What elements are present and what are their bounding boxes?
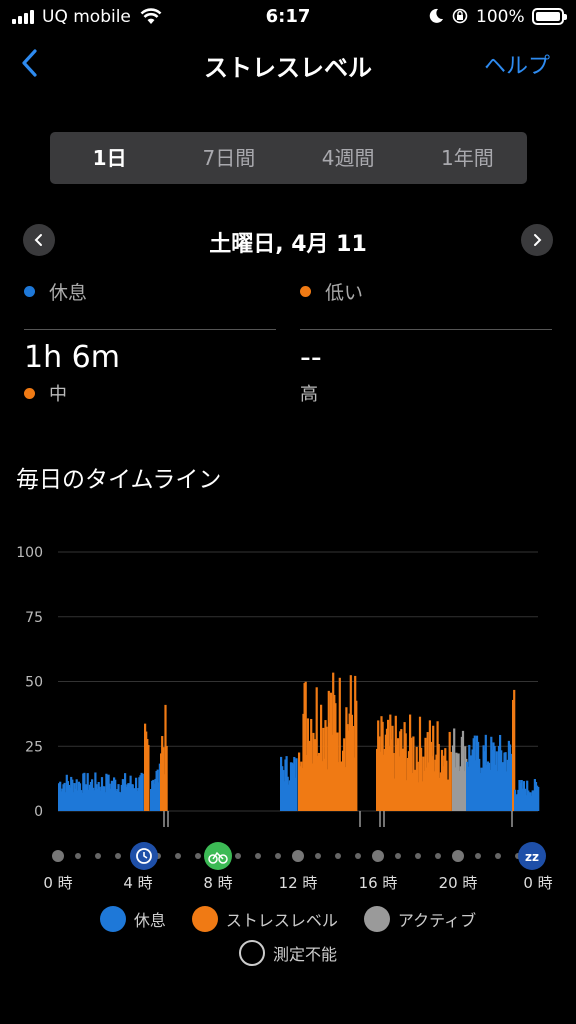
summary-low-label: 低い <box>325 282 364 304</box>
legend-stress: ストレスレベル <box>191 906 338 932</box>
summary-rest-label: 休息 <box>49 282 88 304</box>
tab-7-days[interactable]: 7日間 <box>169 132 288 184</box>
chart-bar <box>141 773 144 811</box>
x-tick-label: 4 時 <box>123 874 153 892</box>
timeline-dot <box>475 853 481 859</box>
chart-bar <box>165 745 168 811</box>
x-tick-label: 12 時 <box>278 874 318 892</box>
chart-legend: 休息 ストレスレベル アクティブ <box>0 906 576 932</box>
period-segmented-control: 1日 7日間 4週間 1年間 <box>50 132 527 184</box>
summary-rest-row: 休息 <box>24 272 276 306</box>
chart-bar <box>147 745 150 811</box>
chart-bar <box>510 753 513 811</box>
help-button[interactable]: ヘルプ <box>484 48 550 80</box>
tab-1-day[interactable]: 1日 <box>50 132 169 184</box>
timeline-dot <box>292 850 304 862</box>
chart-bar <box>355 700 358 811</box>
legend-active-label: アクティブ <box>397 911 477 930</box>
summary-low-row: 低い <box>300 272 552 306</box>
x-tick-label: 8 時 <box>203 874 233 892</box>
timeline-dot <box>495 853 501 859</box>
y-tick-label: 75 <box>25 610 43 626</box>
legend-unmeasurable: 測定不能 <box>0 940 576 966</box>
timeline-bike-bg <box>204 842 232 870</box>
y-tick-label: 0 <box>34 804 43 820</box>
timeline-dot <box>372 850 384 862</box>
y-tick-label: 25 <box>25 739 43 755</box>
rotation-lock-icon <box>452 8 468 24</box>
timeline-dot <box>395 853 401 859</box>
chart-bar <box>449 751 452 811</box>
timeline-dot <box>255 853 261 859</box>
timeline-dot <box>175 853 181 859</box>
rest-dot <box>24 286 35 297</box>
legend-rest-swatch <box>99 906 126 932</box>
next-day-button[interactable] <box>521 224 553 256</box>
legend-unmeasurable-label: 測定不能 <box>272 945 337 964</box>
y-tick-label: 100 <box>16 545 43 561</box>
moon-icon <box>429 8 443 23</box>
status-bar: UQ mobile 6:17 100% <box>0 0 576 34</box>
medium-dot <box>24 387 35 399</box>
timeline-dot <box>95 853 101 859</box>
timeline-dot <box>52 850 64 862</box>
timeline-dot <box>275 853 281 859</box>
date-label: 土曜日, 4月 11 <box>209 232 367 257</box>
divider <box>300 329 552 330</box>
tab-4-weeks[interactable]: 4週間 <box>289 132 408 184</box>
legend-stress-label: ストレスレベル <box>225 911 338 930</box>
sleep-icon: zz <box>525 850 539 864</box>
high-category: 高 <box>300 380 318 406</box>
x-tick-label: 20 時 <box>438 874 478 892</box>
x-tick-label: 0 時 <box>523 874 553 892</box>
timeline-dot <box>415 853 421 859</box>
timeline-dot <box>355 853 361 859</box>
battery-icon <box>532 8 567 25</box>
timeline-dot <box>75 853 81 859</box>
chart-bar <box>295 758 298 811</box>
timeline-dot <box>195 853 201 859</box>
medium-category-label: 中 <box>49 384 67 405</box>
legend-rest-label: 休息 <box>133 911 166 930</box>
activity-timeline: zz <box>52 842 546 870</box>
legend-unmeasurable-swatch <box>238 940 265 966</box>
y-tick-label: 50 <box>25 675 43 691</box>
x-tick-label: 16 時 <box>358 874 398 892</box>
timeline-dot <box>335 853 341 859</box>
timeline-dot <box>435 853 441 859</box>
legend-stress-swatch <box>191 906 218 932</box>
timeline-dot <box>235 853 241 859</box>
legend-rest: 休息 <box>99 906 166 932</box>
section-title: 毎日のタイムライン <box>16 467 222 493</box>
battery-percent: 100% <box>476 7 525 27</box>
legend-active-swatch <box>363 906 390 932</box>
timeline-dot <box>315 853 321 859</box>
timeline-dot <box>452 850 464 862</box>
timeline-dot <box>115 853 121 859</box>
tab-1-year[interactable]: 1年間 <box>408 132 527 184</box>
legend-active: アクティブ <box>363 906 477 932</box>
medium-stress-duration: 1h 6m <box>24 340 120 375</box>
x-tick-label: 0 時 <box>43 874 73 892</box>
chevron-right-icon <box>534 234 542 246</box>
divider <box>24 329 276 330</box>
chart-bar <box>537 786 540 811</box>
stress-timeline-chart: 100 75 50 25 0 <box>16 545 540 827</box>
medium-category: 中 <box>24 380 67 406</box>
high-stress-duration: -- <box>300 340 322 375</box>
high-category-label: 高 <box>300 384 318 405</box>
low-dot <box>300 286 311 297</box>
